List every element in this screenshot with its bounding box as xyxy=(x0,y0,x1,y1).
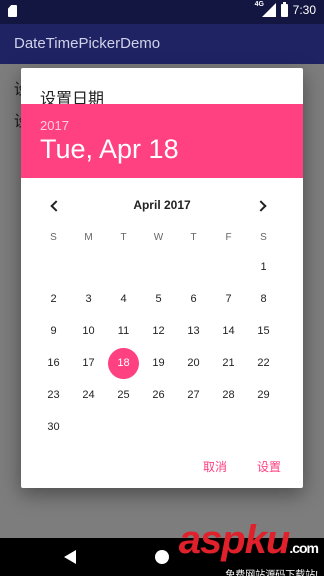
calendar-day[interactable]: 17 xyxy=(71,348,106,379)
next-month-button[interactable] xyxy=(251,194,275,218)
weekday-label: S xyxy=(260,232,267,243)
empty-day xyxy=(36,252,71,283)
calendar-day[interactable]: 21 xyxy=(211,348,246,379)
home-icon[interactable] xyxy=(155,550,169,564)
weekday-header: SMTWTFS xyxy=(36,231,281,251)
calendar-week: 23 24 25 26 27 28 29 xyxy=(36,379,281,411)
selected-day[interactable]: 18 xyxy=(106,347,141,379)
empty-day xyxy=(106,412,141,443)
watermark: aspku.com 免费网站源码下载站! xyxy=(178,518,319,576)
status-bar: 4G 7:30 xyxy=(0,0,324,24)
header-year[interactable]: 2017 xyxy=(40,118,69,133)
calendar-day[interactable]: 7 xyxy=(211,284,246,315)
signal-icon: 4G xyxy=(255,1,276,17)
app-bar: DateTimePickerDemo xyxy=(0,24,324,64)
weekday-label: T xyxy=(190,232,197,243)
calendar-grid: S M T W T F S 1 2 3 4 5 6 7 8 9 10 11 12 13 14 15 16 17 18 19 20 21… xyxy=(36,231,281,443)
calendar-day[interactable]: 30 xyxy=(36,412,71,443)
empty-day xyxy=(106,252,141,283)
calendar-day[interactable]: 19 xyxy=(141,348,176,379)
network-type: 4G xyxy=(254,1,264,8)
calendar-day[interactable]: 3 xyxy=(71,284,106,315)
calendar-day[interactable]: 9 xyxy=(36,316,71,347)
weekday-label: T xyxy=(120,232,127,243)
calendar-day[interactable]: 20 xyxy=(176,348,211,379)
calendar-day[interactable]: 22 xyxy=(246,348,281,379)
calendar-day[interactable]: 2 xyxy=(36,284,71,315)
empty-day xyxy=(141,252,176,283)
empty-day xyxy=(246,412,281,443)
calendar-day[interactable]: 28 xyxy=(211,380,246,411)
chevron-right-icon xyxy=(255,200,267,212)
empty-day xyxy=(176,412,211,443)
date-picker-dialog: 设置日期 2017 Tue, Apr 18 April 2017 SMTWTFS… xyxy=(21,68,303,488)
status-time: 7:30 xyxy=(292,3,316,17)
back-icon[interactable] xyxy=(64,550,76,564)
empty-day xyxy=(71,412,106,443)
weekday-label: M xyxy=(84,232,93,243)
sd-card-icon xyxy=(8,5,17,17)
calendar-day[interactable]: 24 xyxy=(71,380,106,411)
battery-icon xyxy=(280,1,288,17)
calendar-week: 1 xyxy=(36,251,281,283)
calendar-day[interactable]: 10 xyxy=(71,316,106,347)
empty-day xyxy=(141,412,176,443)
calendar-week: 16 17 18 19 20 21 22 xyxy=(36,347,281,379)
calendar-day[interactable]: 8 xyxy=(246,284,281,315)
calendar-day[interactable]: 27 xyxy=(176,380,211,411)
weekday-label: F xyxy=(225,232,232,243)
calendar-day[interactable]: 25 xyxy=(106,380,141,411)
date-header: 2017 Tue, Apr 18 xyxy=(21,104,303,178)
app-title: DateTimePickerDemo xyxy=(14,35,161,52)
calendar-day[interactable]: 12 xyxy=(141,316,176,347)
weekday-label: S xyxy=(50,232,57,243)
calendar-week: 9 10 11 12 13 14 15 xyxy=(36,315,281,347)
dialog-actions: 取消 设置 xyxy=(203,458,281,475)
watermark-logo: aspku.com xyxy=(178,518,319,562)
calendar-day[interactable]: 11 xyxy=(106,316,141,347)
calendar-day[interactable]: 23 xyxy=(36,380,71,411)
calendar-day[interactable]: 15 xyxy=(246,316,281,347)
calendar-day[interactable]: 26 xyxy=(141,380,176,411)
calendar-day[interactable]: 4 xyxy=(106,284,141,315)
empty-day xyxy=(211,412,246,443)
cancel-button[interactable]: 取消 xyxy=(203,458,227,475)
calendar-day[interactable]: 13 xyxy=(176,316,211,347)
empty-day xyxy=(176,252,211,283)
empty-day xyxy=(211,252,246,283)
calendar-week: 30 xyxy=(36,411,281,443)
ok-button[interactable]: 设置 xyxy=(257,458,281,475)
calendar-week: 2345678 xyxy=(36,283,281,315)
weekday-label: W xyxy=(153,232,164,243)
calendar-day[interactable]: 5 xyxy=(141,284,176,315)
calendar-day[interactable]: 6 xyxy=(176,284,211,315)
calendar-day[interactable]: 14 xyxy=(211,316,246,347)
header-date[interactable]: Tue, Apr 18 xyxy=(40,134,179,165)
calendar-day[interactable]: 29 xyxy=(246,380,281,411)
calendar-day[interactable]: 16 xyxy=(36,348,71,379)
empty-day xyxy=(71,252,106,283)
calendar-day[interactable]: 1 xyxy=(246,252,281,283)
